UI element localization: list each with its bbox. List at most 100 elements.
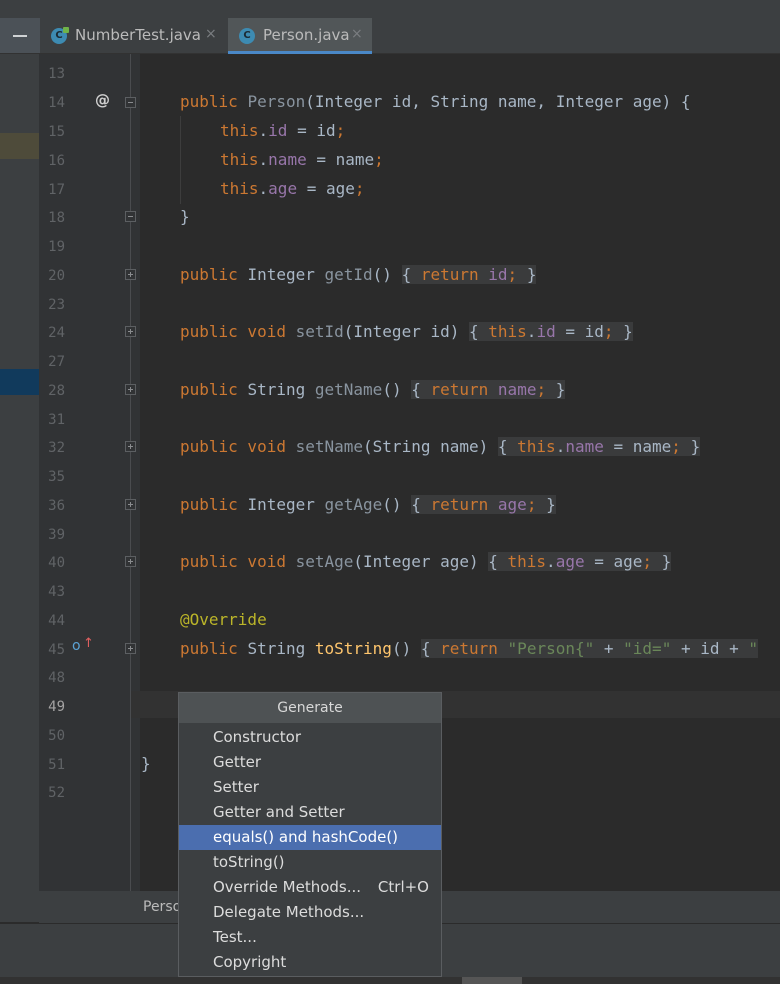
folded-block[interactable]: { return name; } bbox=[411, 380, 566, 399]
keyword: return bbox=[440, 639, 508, 658]
fold-collapse-icon[interactable] bbox=[125, 211, 136, 222]
field: name bbox=[268, 150, 307, 169]
line-number: 14 bbox=[48, 95, 65, 111]
code-line-44[interactable]: @Override bbox=[180, 610, 267, 629]
menu-item-constructor[interactable]: Constructor bbox=[179, 725, 441, 750]
close-icon[interactable]: × bbox=[205, 26, 217, 42]
folded-block[interactable]: { return "Person{" + "id=" + id + " bbox=[420, 639, 759, 658]
annotation-icon[interactable]: @ bbox=[95, 91, 110, 109]
menu-item-label: Copyright bbox=[213, 953, 287, 971]
code-line-40[interactable]: public void setAge(Integer age) { this.a… bbox=[180, 552, 672, 571]
menu-item-label: Getter and Setter bbox=[213, 803, 345, 821]
menu-item-tostring[interactable]: toString() bbox=[179, 850, 441, 875]
code-text: ; bbox=[671, 437, 691, 456]
close-icon[interactable]: × bbox=[351, 26, 363, 42]
code-line-20[interactable]: public Integer getId() { return id; } bbox=[180, 265, 537, 284]
fold-expand-icon[interactable] bbox=[125, 556, 136, 567]
code-line-18[interactable]: } bbox=[180, 207, 190, 226]
code-text: () bbox=[382, 495, 412, 514]
keyword: public void bbox=[180, 322, 296, 341]
menu-item-test[interactable]: Test... bbox=[179, 925, 441, 950]
code-text: . bbox=[258, 150, 269, 169]
fold-expand-icon[interactable] bbox=[125, 326, 136, 337]
code-line-17[interactable]: this.age = age; bbox=[220, 179, 365, 198]
code-text: = name bbox=[603, 437, 672, 456]
field: name bbox=[565, 437, 604, 456]
line-number: 28 bbox=[48, 383, 65, 399]
fold-expand-icon[interactable] bbox=[125, 269, 136, 280]
keyword: return bbox=[420, 265, 489, 284]
line-number-current: 49 bbox=[48, 699, 65, 715]
override-icon[interactable]: o bbox=[72, 638, 81, 654]
keyword: this bbox=[220, 150, 259, 169]
code-line-16[interactable]: this.name = name; bbox=[220, 150, 384, 169]
menu-item-delegate-methods[interactable]: Delegate Methods... bbox=[179, 900, 441, 925]
menu-item-equals-hashcode[interactable]: equals() and hashCode() bbox=[179, 825, 441, 850]
breadcrumb[interactable]: Perso bbox=[143, 899, 181, 915]
fold-expand-icon[interactable] bbox=[125, 499, 136, 510]
code-text: { bbox=[411, 380, 431, 399]
code-line-28[interactable]: public String getName() { return name; } bbox=[180, 380, 566, 399]
keyword: this bbox=[220, 179, 259, 198]
menu-item-copyright[interactable]: Copyright bbox=[179, 950, 441, 975]
field: id bbox=[536, 322, 556, 341]
line-number: 50 bbox=[48, 728, 65, 744]
fold-collapse-icon[interactable] bbox=[125, 97, 136, 108]
menu-item-getter[interactable]: Getter bbox=[179, 750, 441, 775]
menu-item-override-methods[interactable]: Override Methods... Ctrl+O bbox=[179, 875, 441, 900]
code-line-15[interactable]: this.id = id; bbox=[220, 121, 345, 140]
code-line-36[interactable]: public Integer getAge() { return age; } bbox=[180, 495, 556, 514]
keyword: public bbox=[180, 92, 248, 111]
tab-numbertest[interactable]: C NumberTest.java × bbox=[40, 18, 227, 53]
code-line-51[interactable]: } bbox=[141, 754, 151, 773]
code-text: () bbox=[382, 380, 412, 399]
project-tool-strip bbox=[0, 54, 39, 922]
string: "Person{" bbox=[507, 639, 595, 658]
folded-block[interactable]: { this.age = age; } bbox=[488, 552, 672, 571]
code-text: { bbox=[469, 322, 489, 341]
fold-expand-icon[interactable] bbox=[125, 441, 136, 452]
java-class-icon: C bbox=[239, 28, 255, 44]
code-text: (Integer id, String name, Integer age) { bbox=[305, 92, 691, 111]
code-text: = age bbox=[584, 552, 643, 571]
code-text: ; bbox=[536, 380, 556, 399]
line-number: 44 bbox=[48, 613, 65, 629]
folded-block[interactable]: { return id; } bbox=[401, 265, 537, 284]
line-number: 36 bbox=[48, 498, 65, 514]
code-line-45[interactable]: public String toString() { return "Perso… bbox=[180, 639, 759, 658]
menu-item-label: Test... bbox=[213, 928, 257, 946]
line-number: 19 bbox=[48, 239, 65, 255]
code-text: ; bbox=[642, 552, 662, 571]
tab-person[interactable]: C Person.java × bbox=[228, 18, 372, 54]
collapse-panel-button[interactable] bbox=[0, 18, 40, 53]
code-text: () bbox=[372, 265, 402, 284]
minus-icon bbox=[13, 35, 27, 37]
method-name: setAge bbox=[295, 552, 354, 571]
code-text: ; bbox=[354, 179, 365, 198]
code-line-32[interactable]: public void setName(String name) { this.… bbox=[180, 437, 701, 456]
code-text: . bbox=[555, 437, 566, 456]
code-line-14[interactable]: public Person(Integer id, String name, I… bbox=[180, 92, 691, 111]
code-text: } bbox=[623, 322, 633, 341]
menu-item-getter-and-setter[interactable]: Getter and Setter bbox=[179, 800, 441, 825]
code-line-24[interactable]: public void setId(Integer id) { this.id … bbox=[180, 322, 633, 341]
code-text: + id + bbox=[671, 639, 749, 658]
menu-item-setter[interactable]: Setter bbox=[179, 775, 441, 800]
code-text: . bbox=[258, 179, 269, 198]
keyword: public bbox=[180, 380, 248, 399]
fold-expand-icon[interactable] bbox=[125, 384, 136, 395]
editor-tab-bar: C NumberTest.java × C Person.java × bbox=[0, 18, 780, 54]
folded-block[interactable]: { return age; } bbox=[411, 495, 556, 514]
keyword: public bbox=[180, 639, 248, 658]
method-name: Person bbox=[247, 92, 306, 111]
type: String bbox=[247, 639, 315, 658]
folded-block[interactable]: { this.name = name; } bbox=[497, 437, 701, 456]
method-name: getAge bbox=[324, 495, 383, 514]
keyword: this bbox=[517, 437, 556, 456]
line-number: 20 bbox=[48, 268, 65, 284]
menu-item-label: Constructor bbox=[213, 728, 302, 746]
folded-block[interactable]: { this.id = id; } bbox=[469, 322, 633, 341]
keyword: return bbox=[430, 380, 498, 399]
code-text: { bbox=[488, 552, 508, 571]
fold-expand-icon[interactable] bbox=[125, 643, 136, 654]
